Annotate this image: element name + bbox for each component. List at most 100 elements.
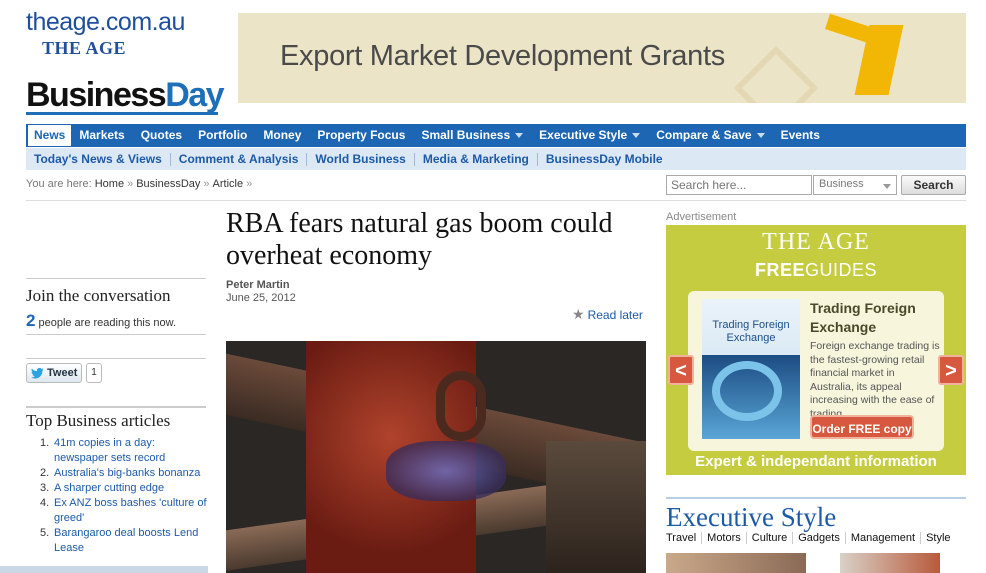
- article-photo[interactable]: [226, 341, 646, 573]
- readers-number: 2: [26, 311, 36, 330]
- search-input[interactable]: [666, 175, 812, 195]
- breadcrumb: You are here: Home» BusinessDay» Article»: [26, 178, 255, 190]
- nav-small-business[interactable]: Small Business: [413, 124, 531, 147]
- guide-cover-image[interactable]: Trading Foreign Exchange: [702, 299, 800, 439]
- list-number: 3.: [40, 482, 50, 494]
- es-nav-gadgets[interactable]: Gadgets: [793, 532, 846, 544]
- nav-label: Compare & Save: [656, 128, 752, 142]
- breadcrumb-businessday[interactable]: BusinessDay: [136, 178, 200, 190]
- nav-label: Executive Style: [539, 128, 628, 142]
- secondary-nav: Today's News & Views Comment & Analysis …: [26, 148, 966, 170]
- currency-circle-icon: [712, 361, 782, 421]
- breadcrumb-home[interactable]: Home: [95, 178, 124, 190]
- list-number: 4.: [40, 497, 50, 509]
- article-link[interactable]: Ex ANZ boss bashes 'culture of greed': [54, 496, 210, 526]
- guide-cover-title: Trading Foreign Exchange: [712, 319, 790, 344]
- list-item[interactable]: 1. 41m copies in a day: newspaper sets re…: [40, 436, 210, 466]
- banner-decoration: [733, 45, 819, 103]
- nav-markets[interactable]: Markets: [71, 124, 132, 147]
- nav-compare-save[interactable]: Compare & Save: [648, 124, 772, 147]
- nav-label: Portfolio: [198, 128, 248, 142]
- list-item[interactable]: 2. Australia's big-banks bonanza: [40, 466, 210, 481]
- article-author[interactable]: Peter Martin: [226, 279, 290, 291]
- subnav-comment-analysis[interactable]: Comment & Analysis: [171, 152, 308, 166]
- es-nav-motors[interactable]: Motors: [702, 532, 747, 544]
- nav-label: Quotes: [140, 128, 183, 142]
- executive-style-title[interactable]: Executive Style: [666, 502, 836, 533]
- es-nav-culture[interactable]: Culture: [747, 532, 794, 544]
- article-link[interactable]: Barangaroo deal boosts Lend Lease: [54, 526, 210, 556]
- executive-style-image[interactable]: [666, 553, 806, 573]
- ad-brand: THE AGE: [762, 229, 870, 255]
- divider: [26, 278, 206, 279]
- order-free-copy-button[interactable]: Order FREE copy: [810, 415, 914, 439]
- list-item[interactable]: 3. A sharper cutting edge: [40, 481, 210, 496]
- nav-label: Events: [780, 128, 820, 142]
- breadcrumb-separator: »: [246, 178, 253, 190]
- ad-prev-button[interactable]: <: [668, 355, 694, 385]
- photo-glove: [386, 441, 506, 501]
- businessday-logo-part2: Day: [165, 76, 224, 114]
- breadcrumb-prefix: You are here:: [26, 178, 92, 190]
- primary-nav: News Markets Quotes Portfolio Money Prop…: [26, 124, 966, 147]
- nav-executive-style[interactable]: Executive Style: [531, 124, 648, 147]
- executive-style-image[interactable]: [840, 553, 940, 573]
- tweet-button[interactable]: Tweet: [26, 363, 82, 383]
- photo-background: [546, 441, 646, 573]
- subnav-todays-news[interactable]: Today's News & Views: [26, 152, 171, 166]
- banner-ad[interactable]: Export Market Development Grants: [238, 13, 966, 103]
- businessday-logo[interactable]: BusinessDay: [26, 76, 225, 115]
- ad-footer: Expert & independant information: [695, 453, 937, 470]
- ad-guides-word: GUIDES: [805, 260, 878, 280]
- article-link[interactable]: A sharper cutting edge: [54, 481, 164, 496]
- nav-events[interactable]: Events: [773, 124, 828, 147]
- tweet-count: 1: [86, 363, 102, 383]
- es-nav-style[interactable]: Style: [921, 532, 955, 544]
- search-scope-select[interactable]: Business: [813, 175, 897, 195]
- free-guides-ad[interactable]: THE AGE FREEGUIDES Trading Foreign Excha…: [666, 225, 966, 475]
- article-date: June 25, 2012: [226, 292, 296, 304]
- photo-chain-link: [436, 371, 486, 441]
- banner-ad-text: Export Market Development Grants: [280, 40, 725, 72]
- nav-quotes[interactable]: Quotes: [133, 124, 190, 147]
- nav-label: Money: [263, 128, 302, 142]
- site-logo[interactable]: theage.com.au: [26, 8, 185, 37]
- bottom-bar: [0, 566, 208, 573]
- article-link[interactable]: 41m copies in a day: newspaper sets reco…: [54, 436, 210, 466]
- chevron-down-icon: [756, 133, 765, 138]
- nav-money[interactable]: Money: [255, 124, 309, 147]
- ad-title[interactable]: Trading Foreign Exchange: [810, 299, 940, 337]
- the-age-logo[interactable]: THE AGE: [42, 38, 126, 59]
- search-button[interactable]: Search: [901, 175, 966, 195]
- es-nav-management[interactable]: Management: [846, 532, 922, 544]
- readers-text: people are reading this now.: [38, 317, 177, 329]
- list-number: 1.: [40, 437, 50, 449]
- chevron-down-icon: [632, 133, 641, 138]
- article-link[interactable]: Australia's big-banks bonanza: [54, 466, 200, 481]
- star-icon: ★: [572, 306, 585, 322]
- subnav-world-business[interactable]: World Business: [307, 152, 415, 166]
- ad-description: Foreign exchange trading is the fastest-…: [810, 340, 940, 420]
- list-number: 5.: [40, 527, 50, 539]
- es-nav-travel[interactable]: Travel: [666, 532, 703, 544]
- subnav-media-marketing[interactable]: Media & Marketing: [415, 152, 538, 166]
- nav-news[interactable]: News: [28, 125, 72, 146]
- list-item[interactable]: 5. Barangaroo deal boosts Lend Lease: [40, 526, 210, 556]
- top-articles-list: 1. 41m copies in a day: newspaper sets re…: [40, 436, 210, 556]
- nav-label: Property Focus: [317, 128, 406, 142]
- executive-style-nav: Travel Motors Culture Gadgets Management…: [666, 532, 956, 544]
- nav-portfolio[interactable]: Portfolio: [190, 124, 255, 147]
- advertisement-label: Advertisement: [666, 211, 737, 223]
- twitter-bird-icon: [31, 367, 44, 378]
- subnav-businessday-mobile[interactable]: BusinessDay Mobile: [538, 152, 671, 166]
- chevron-down-icon: [515, 133, 524, 138]
- ad-next-button[interactable]: >: [938, 355, 964, 385]
- divider: [26, 406, 206, 408]
- read-later-button[interactable]: ★ Read later: [572, 306, 643, 323]
- readers-count: 2 people are reading this now.: [26, 311, 176, 331]
- list-item[interactable]: 4. Ex ANZ boss bashes 'culture of greed': [40, 496, 210, 526]
- nav-property-focus[interactable]: Property Focus: [309, 124, 413, 147]
- logo-underline: [26, 112, 218, 115]
- breadcrumb-article[interactable]: Article: [213, 178, 244, 190]
- top-articles-title: Top Business articles: [26, 411, 171, 430]
